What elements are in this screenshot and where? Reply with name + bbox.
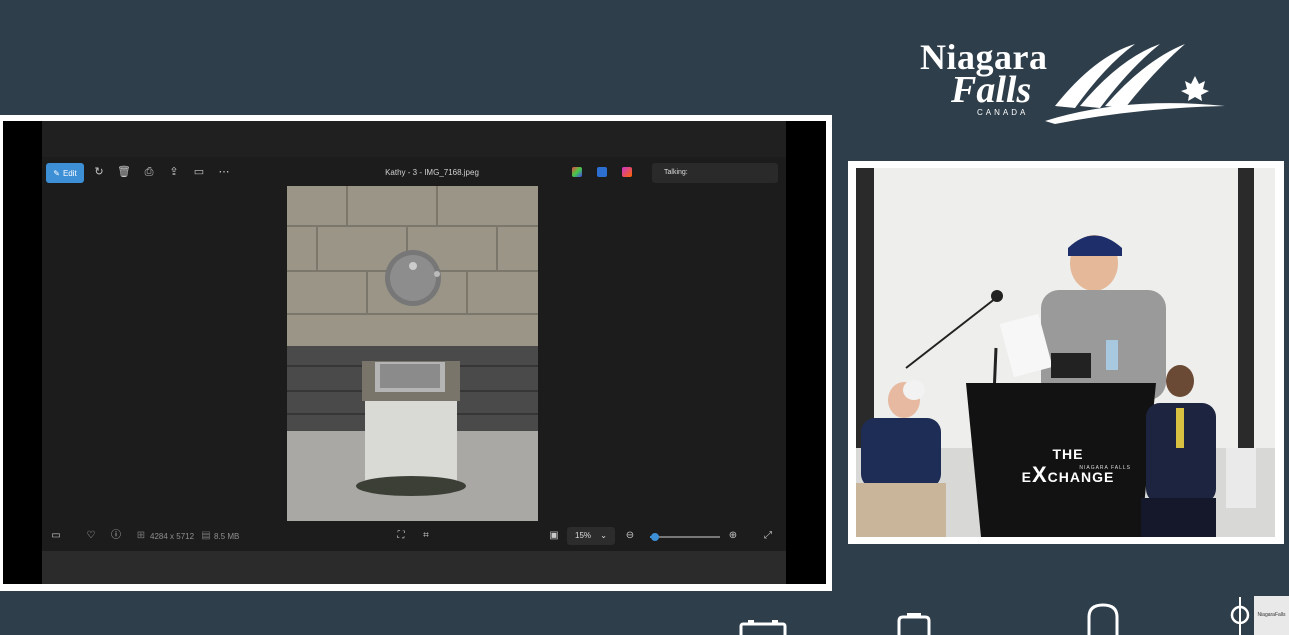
scan-icon[interactable]: ⌗ <box>420 530 432 542</box>
drinking-fountain-image <box>287 186 538 521</box>
edit-button[interactable]: ✎ Edit <box>46 163 84 183</box>
displayed-photo <box>287 186 538 521</box>
zoom-slider-handle[interactable] <box>650 533 659 541</box>
jar-outline-icon <box>897 613 931 635</box>
screen-share-frame: ✎ Edit ↻ 🗑 ⎙ ⇪ ▭ ⋯ Kathy - 3 - IMG_7168.… <box>0 115 832 591</box>
filmstrip-icon[interactable]: ▭ <box>50 530 62 542</box>
more-icon[interactable]: ⋯ <box>217 165 231 179</box>
favorite-icon[interactable]: ♡ <box>85 530 97 542</box>
clipchamp-icon[interactable] <box>622 167 632 177</box>
zoom-value: 15% <box>575 531 592 540</box>
zoom-slider[interactable] <box>650 533 720 541</box>
camera-feed-frame: THE EXCHANGE NIAGARA FALLS <box>848 161 1284 544</box>
battery-outline-icon <box>739 620 787 635</box>
slideshow-icon[interactable]: ▭ <box>192 165 206 179</box>
tower-outline-icon <box>1230 597 1250 635</box>
talking-indicator: Talking: <box>652 163 778 183</box>
logo-waves-icon <box>1045 44 1225 124</box>
share-icon[interactable]: ⇪ <box>167 165 181 179</box>
print-icon[interactable]: ⎙ <box>142 165 156 179</box>
edit-button-label: Edit <box>62 168 77 178</box>
actual-size-icon[interactable]: ▣ <box>548 530 560 542</box>
delete-icon[interactable]: 🗑 <box>117 165 131 179</box>
photos-title-bar <box>42 121 786 157</box>
copilot-icon[interactable] <box>572 167 582 177</box>
zoom-in-icon[interactable]: ⊕ <box>727 530 739 542</box>
bottle-outline-icon <box>1087 603 1119 635</box>
rotate-icon[interactable]: ↻ <box>92 165 106 179</box>
zoom-out-icon[interactable]: ⊖ <box>624 530 636 542</box>
niagara-falls-logo: Niagara Falls CANADA <box>915 36 1235 128</box>
dimensions-icon: ⊞ <box>136 530 146 541</box>
fullscreen-icon[interactable]: ⤢ <box>762 530 774 542</box>
pencil-icon: ✎ <box>53 168 60 178</box>
file-size: 8.5 MB <box>214 532 240 541</box>
photos-bottom-bar: ▭ ♡ ⓘ ⊞ 4284 x 5712 ▤ 8.5 MB ⛶ ⌗ ▣ 15% ⌄… <box>42 523 786 549</box>
logo-line-falls: Falls <box>951 69 1032 111</box>
photos-app-window[interactable]: ✎ Edit ↻ 🗑 ⎙ ⇪ ▭ ⋯ Kathy - 3 - IMG_7168.… <box>42 121 786 584</box>
file-size-icon: ▤ <box>201 530 211 541</box>
podium-brand-suffix: CHANGE <box>1047 469 1115 485</box>
taskbar-strip <box>42 551 786 584</box>
podium-brand-sub: NIAGARA FALLS <box>1079 465 1131 471</box>
logo-line-canada: CANADA <box>977 108 1029 117</box>
screen-share-content: ✎ Edit ↻ 🗑 ⎙ ⇪ ▭ ⋯ Kathy - 3 - IMG_7168.… <box>3 121 826 584</box>
corner-logo: NiagaraFalls <box>1254 596 1289 635</box>
designer-icon[interactable] <box>597 167 607 177</box>
chevron-down-icon: ⌄ <box>600 531 607 540</box>
crop-icon[interactable]: ⛶ <box>395 530 407 542</box>
zoom-dropdown[interactable]: 15% ⌄ <box>567 527 615 545</box>
camera-feed: THE EXCHANGE NIAGARA FALLS <box>856 168 1275 537</box>
file-title: Kathy - 3 - IMG_7168.jpeg <box>385 168 479 177</box>
image-dimensions: 4284 x 5712 <box>150 532 195 541</box>
info-icon[interactable]: ⓘ <box>110 530 122 542</box>
